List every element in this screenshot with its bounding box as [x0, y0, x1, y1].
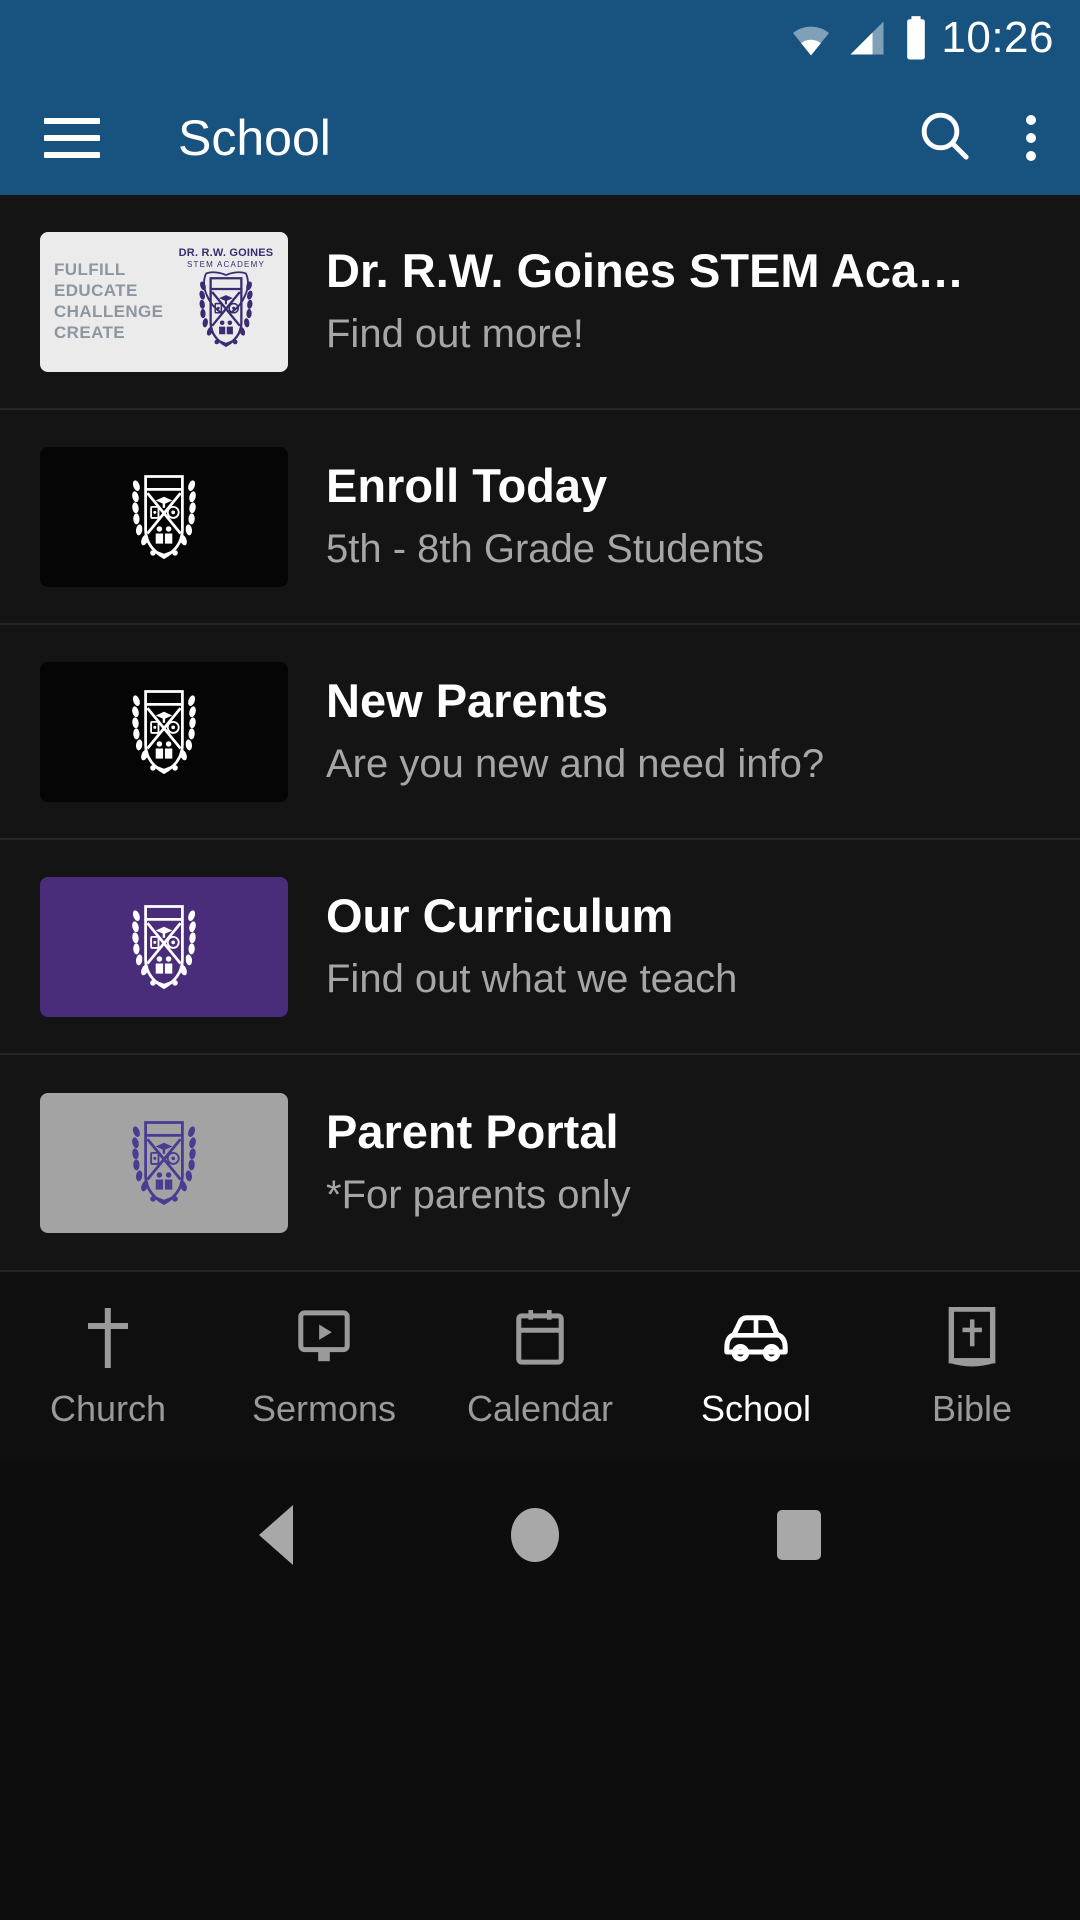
list-item-thumbnail: FULFILL EDUCATE CHALLENGE CREATE DR. R.W… [40, 231, 288, 372]
school-list: FULFILL EDUCATE CHALLENGE CREATE DR. R.W… [0, 195, 1080, 1270]
list-item-title: Dr. R.W. Goines STEM Aca… [326, 245, 965, 298]
app-bar: School [0, 80, 1080, 195]
banner-word: EDUCATE [54, 280, 138, 300]
status-bar: 10:26 [0, 0, 1080, 80]
list-item-text: Dr. R.W. Goines STEM Aca… Find out more! [326, 245, 1080, 358]
tab-label: Church [49, 1388, 167, 1429]
recents-square-icon[interactable] [777, 1510, 821, 1560]
cross-icon [82, 1305, 134, 1371]
school-crest-icon: DR. R.W. GOINES STEM ACADEMY [172, 248, 280, 355]
list-item[interactable]: Enroll Today 5th - 8th Grade Students [0, 410, 1080, 625]
home-circle-icon[interactable] [511, 1508, 559, 1562]
battery-icon [901, 15, 931, 66]
list-item[interactable]: FULFILL EDUCATE CHALLENGE CREATE DR. R.W… [0, 195, 1080, 410]
video-play-icon [295, 1305, 353, 1371]
car-icon [721, 1305, 791, 1371]
search-icon[interactable] [916, 107, 972, 168]
list-item-subtitle: Are you new and need info? [326, 741, 825, 786]
list-item[interactable]: Parent Portal *For parents only [0, 1055, 1080, 1270]
list-item-text: Parent Portal *For parents only [326, 1106, 1080, 1219]
list-item-subtitle: 5th - 8th Grade Students [326, 526, 765, 571]
tab-bible[interactable]: Bible [864, 1305, 1080, 1427]
tab-label: School [700, 1388, 812, 1429]
list-item-text: Our Curriculum Find out what we teach [326, 890, 1080, 1003]
school-crest-icon [132, 1120, 196, 1205]
list-item-text: New Parents Are you new and need info? [326, 675, 1080, 788]
list-item-thumbnail [40, 1092, 288, 1233]
tab-label: Calendar [466, 1388, 614, 1429]
list-item-title: New Parents [326, 675, 609, 728]
page-title: School [178, 109, 331, 166]
tab-church[interactable]: Church [0, 1305, 216, 1427]
cellular-signal-icon [845, 16, 889, 65]
tab-label: Sermons [251, 1388, 397, 1429]
school-crest-icon [132, 689, 196, 774]
school-crest-icon [132, 904, 196, 989]
list-item-thumbnail [40, 446, 288, 587]
hamburger-menu-icon[interactable] [44, 117, 100, 158]
status-bar-clock: 10:26 [941, 13, 1054, 62]
system-navigation-bar [0, 1460, 1080, 1610]
status-icons [789, 15, 931, 66]
list-item-text: Enroll Today 5th - 8th Grade Students [326, 460, 1080, 573]
app-bar-actions [916, 107, 1046, 168]
banner-word: FULFILL [54, 259, 126, 279]
back-triangle-icon[interactable] [259, 1505, 293, 1565]
crest-subtitle: STEM ACADEMY [187, 260, 265, 269]
list-item-thumbnail [40, 661, 288, 802]
banner-slogan: FULFILL EDUCATE CHALLENGE CREATE [54, 260, 172, 343]
calendar-icon [513, 1305, 567, 1371]
bottom-tab-bar: Church Sermons Calendar School Bible [0, 1270, 1080, 1460]
school-crest-icon [132, 474, 196, 559]
banner-word: CHALLENGE [54, 302, 164, 321]
tab-school[interactable]: School [648, 1305, 864, 1427]
more-vertical-icon[interactable] [1026, 114, 1036, 161]
list-item-subtitle: Find out more! [326, 311, 584, 356]
list-item-subtitle: Find out what we teach [326, 956, 738, 1001]
wifi-icon [789, 16, 833, 65]
bible-book-icon [945, 1305, 999, 1371]
tab-label: Bible [931, 1388, 1013, 1429]
list-item-subtitle: *For parents only [326, 1172, 631, 1217]
crest-shield-icon [199, 271, 253, 348]
list-item-title: Our Curriculum [326, 890, 674, 943]
banner-word: CREATE [54, 323, 126, 343]
tab-sermons[interactable]: Sermons [216, 1305, 432, 1427]
list-item[interactable]: New Parents Are you new and need info? [0, 625, 1080, 840]
list-item-title: Parent Portal [326, 1106, 619, 1159]
list-item[interactable]: Our Curriculum Find out what we teach [0, 840, 1080, 1055]
list-item-thumbnail [40, 876, 288, 1017]
tab-calendar[interactable]: Calendar [432, 1305, 648, 1427]
school-banner-image: FULFILL EDUCATE CHALLENGE CREATE DR. R.W… [40, 231, 288, 372]
list-item-title: Enroll Today [326, 460, 608, 513]
crest-title: DR. R.W. GOINES [178, 247, 274, 259]
